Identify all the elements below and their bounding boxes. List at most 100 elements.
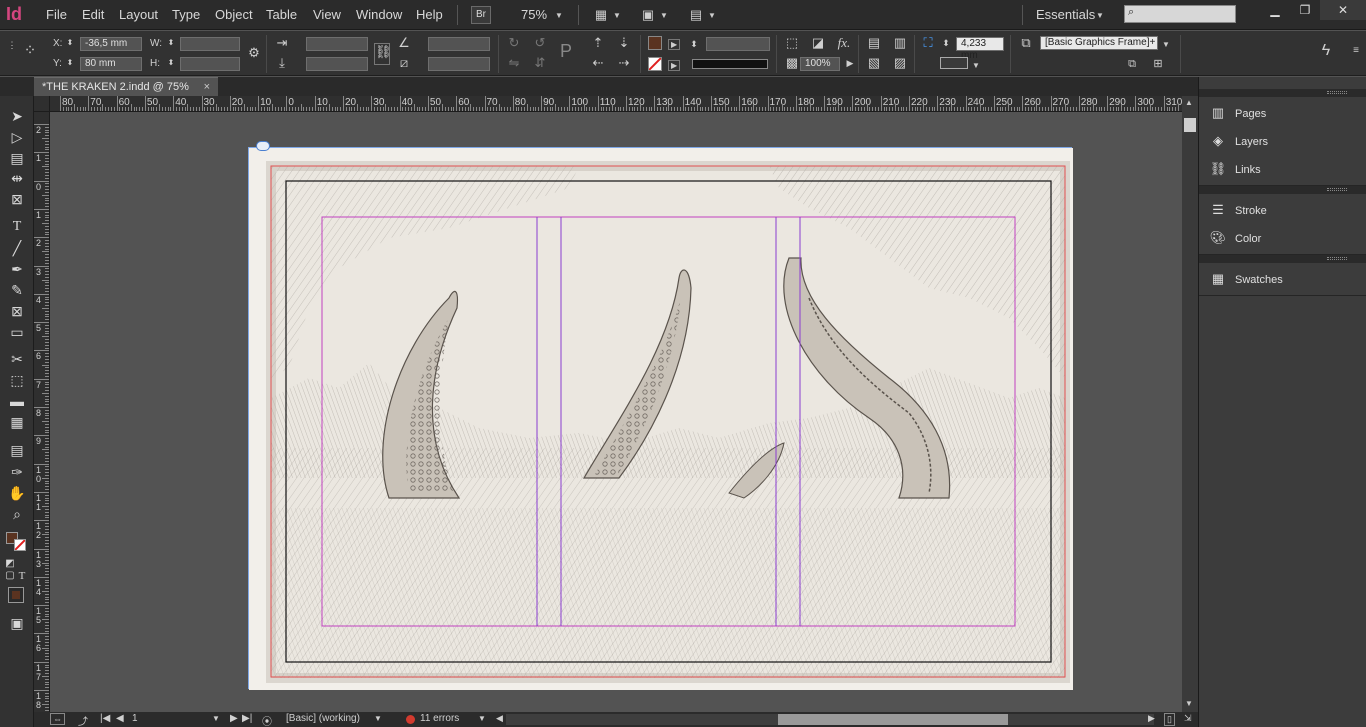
note-tool-icon[interactable]: ▤ (7, 441, 27, 459)
menu-edit[interactable]: Edit (82, 7, 104, 22)
object-style-select[interactable]: [Basic Graphics Frame]+ (1040, 36, 1158, 50)
fill-swatch[interactable] (648, 36, 662, 50)
pen-tool-icon[interactable]: ✒ (7, 260, 27, 278)
last-page-icon[interactable]: ▶| (242, 713, 252, 724)
preflight-icon[interactable]: ⦿ (262, 713, 272, 727)
scale-y-field[interactable] (306, 57, 368, 71)
panel-swatches[interactable]: ▦ Swatches (1209, 267, 1359, 291)
wrap-around-icon[interactable]: ▨ (892, 55, 908, 71)
document-tab[interactable]: *THE KRAKEN 2.indd @ 75% × (34, 77, 218, 96)
select-next-icon[interactable]: ⇢ (616, 55, 632, 71)
stepper-icon[interactable]: ⬍ (64, 55, 76, 71)
panel-grip[interactable] (1199, 89, 1366, 97)
text-wrap-icon[interactable]: ▧ (866, 55, 882, 71)
fx-icon[interactable]: fx. (836, 35, 852, 51)
link-icon[interactable] (256, 141, 270, 151)
panel-color[interactable]: 🎨︎ Color (1209, 226, 1359, 250)
page-number-field[interactable]: 1 (132, 713, 138, 724)
previous-page-icon[interactable]: ◀ (116, 713, 124, 724)
constrain-scale-icon[interactable]: ⛓ (374, 43, 392, 65)
formatting-text-icon[interactable]: T (16, 567, 28, 585)
gap-tool-icon[interactable]: ⇹ (7, 169, 27, 187)
bridge-button[interactable]: Br (471, 6, 491, 24)
menu-layout[interactable]: Layout (119, 7, 158, 22)
drop-shadow-icon[interactable]: ◪ (810, 35, 826, 51)
stepper-icon[interactable]: ⬍ (64, 35, 76, 51)
panel-menu-icon[interactable]: ⊞ (1150, 56, 1166, 72)
ruler-origin[interactable] (34, 96, 50, 112)
direct-selection-tool-icon[interactable]: ▷ (7, 128, 27, 146)
minimize-button[interactable]: ▁ (1258, 0, 1292, 20)
gradient-feather-tool-icon[interactable]: ▦ (7, 413, 27, 431)
stroke-weight-value-field[interactable]: 4,233 mm (956, 37, 1004, 61)
selection-tool-icon[interactable]: ➤ (7, 107, 27, 125)
page-tool-icon[interactable]: ▤ (7, 149, 27, 167)
stroke-weight-field[interactable] (706, 37, 770, 51)
menu-table[interactable]: Table (266, 7, 297, 22)
panel-stroke[interactable]: ☰ Stroke (1209, 198, 1359, 222)
panel-layers[interactable]: ◈ Layers (1209, 129, 1359, 153)
quick-apply-icon[interactable]: ϟ (1318, 43, 1334, 59)
menu-object[interactable]: Object (215, 7, 253, 22)
flip-icon[interactable]: ⇋ (506, 55, 522, 71)
preflight-profile[interactable]: [Basic] (working) (286, 713, 360, 724)
screen-mode-icon[interactable]: ▣ (640, 7, 656, 23)
shear-field[interactable] (428, 57, 490, 71)
chevron-down-icon[interactable]: ▼ (478, 714, 486, 723)
height-field[interactable] (180, 57, 240, 71)
hand-tool-icon[interactable]: ✋ (7, 484, 27, 502)
open-page-icon[interactable]: ⤴ (78, 713, 88, 727)
menu-help[interactable]: Help (416, 7, 443, 22)
line-tool-icon[interactable]: ╱ (7, 239, 27, 257)
scroll-right-icon[interactable]: ▶ (1148, 713, 1155, 724)
opacity-field[interactable]: 100% (800, 57, 840, 71)
x-position-field[interactable]: -36,5 mm (80, 37, 142, 51)
select-container-icon[interactable]: ⇡ (590, 35, 606, 51)
scroll-up-icon[interactable]: ▲ (1185, 98, 1193, 107)
y-position-field[interactable]: 80 mm (80, 57, 142, 71)
zoom-level-select[interactable]: 75% (521, 7, 547, 22)
zoom-tool-icon[interactable]: ⌕ (7, 505, 27, 523)
kraken-sketch-image[interactable] (249, 148, 1073, 690)
scroll-down-icon[interactable]: ▼ (1185, 699, 1193, 708)
rotate-cw-icon[interactable]: ↻ (506, 35, 522, 51)
select-previous-icon[interactable]: ⇠ (590, 55, 606, 71)
eyedropper-tool-icon[interactable]: ✑ (7, 463, 27, 481)
stepper-icon[interactable]: ⬍ (688, 36, 700, 52)
stroke-swatch[interactable] (648, 57, 662, 71)
resize-grip-icon[interactable]: ⇲ (1184, 713, 1192, 724)
panel-grip[interactable] (1199, 255, 1366, 263)
pasteboard[interactable] (50, 112, 1182, 712)
next-page-icon[interactable]: ▶ (230, 713, 238, 724)
horizontal-scrollbar[interactable] (506, 714, 1154, 725)
stroke-dropdown-icon[interactable]: ▶ (668, 60, 681, 71)
rotation-field[interactable] (428, 37, 490, 51)
view-options-icon[interactable]: ▦ (593, 7, 609, 23)
reference-point-icon[interactable]: ⁘ (22, 43, 38, 59)
rotate-ccw-icon[interactable]: ↺ (532, 35, 548, 51)
align-top-icon[interactable]: ▤ (866, 35, 882, 51)
screen-mode-tool-icon[interactable]: ▣ (7, 614, 27, 632)
menu-window[interactable]: Window (356, 7, 402, 22)
chevron-down-icon[interactable]: ▼ (212, 714, 220, 723)
menu-view[interactable]: View (313, 7, 341, 22)
horizontal-scroll-thumb[interactable] (778, 714, 1008, 725)
pencil-tool-icon[interactable]: ✎ (7, 281, 27, 299)
vertical-ruler[interactable]: 2101234567891 01 11 21 31 41 51 61 71 8 (34, 112, 50, 712)
panel-grip[interactable] (1199, 186, 1366, 194)
menu-type[interactable]: Type (172, 7, 200, 22)
type-tool-icon[interactable]: T (7, 218, 27, 236)
horizontal-ruler[interactable]: 80 70 60 50 40 30 20 10 0 10 20 30 40 50 60 70 80 90 100 11… (50, 96, 1182, 112)
close-button[interactable]: ✕ (1320, 0, 1366, 20)
chevron-down-icon[interactable]: ▼ (374, 714, 382, 723)
control-menu-icon[interactable]: ≡ (1348, 43, 1364, 59)
document-page[interactable] (248, 141, 1073, 690)
stepper-icon[interactable]: ⬍ (165, 55, 177, 71)
scroll-left-icon[interactable]: ◀ (496, 713, 503, 724)
scale-x-field[interactable] (306, 37, 368, 51)
rectangle-frame-tool-icon[interactable]: ⊠ (7, 302, 27, 320)
select-content-icon[interactable]: ⇣ (616, 35, 632, 51)
free-transform-tool-icon[interactable]: ⬚ (7, 371, 27, 389)
gradient-swatch-tool-icon[interactable]: ▬ (7, 392, 27, 410)
split-window-icon[interactable]: ▯ (1164, 713, 1175, 726)
